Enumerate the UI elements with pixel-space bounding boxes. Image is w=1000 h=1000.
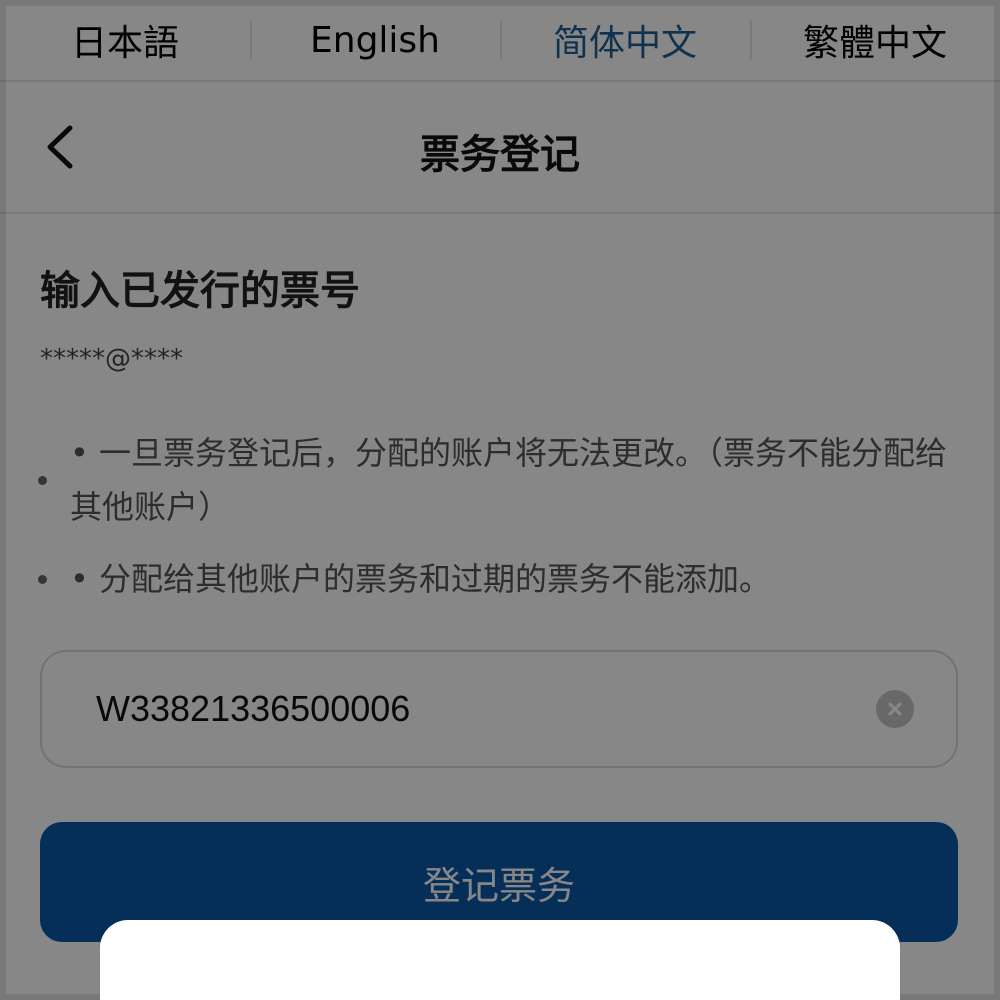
ticket-registration-page: 日本語 English 简体中文 繁體中文 票务登记 输入已发行的票号 ****… bbox=[0, 0, 1000, 1000]
modal-overlay[interactable] bbox=[0, 0, 1000, 1000]
modal-dialog bbox=[100, 920, 900, 1000]
